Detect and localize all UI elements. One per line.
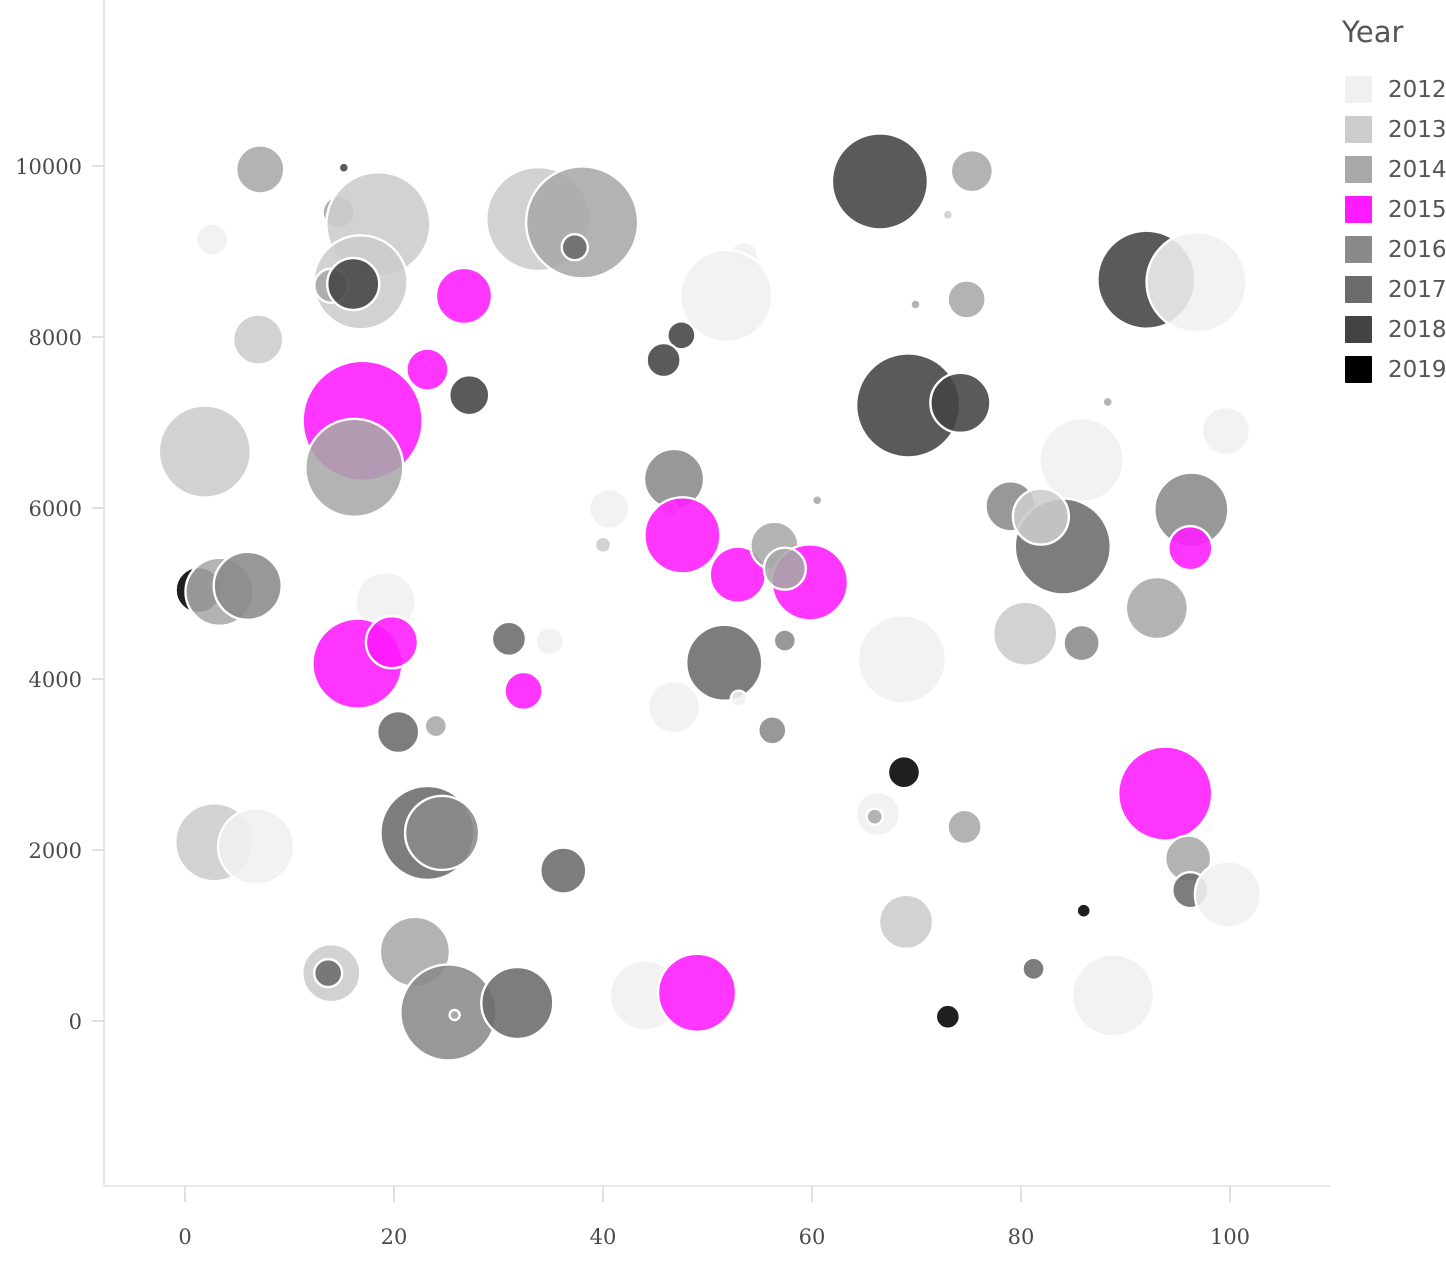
bubble-point[interactable] — [326, 256, 381, 312]
legend-swatch[interactable] — [1345, 236, 1372, 263]
bubble-point[interactable] — [1070, 953, 1156, 1038]
bubble-point[interactable] — [949, 148, 995, 194]
bubble-point[interactable] — [539, 846, 588, 895]
legend-item-label[interactable]: 2019 — [1388, 357, 1446, 383]
legend-swatch[interactable] — [1345, 316, 1372, 343]
x-tick-label: 20 — [381, 1225, 408, 1249]
bubble-point[interactable] — [157, 404, 253, 499]
bubble-point[interactable] — [194, 222, 230, 257]
legend-item-label[interactable]: 2016 — [1388, 237, 1446, 263]
bubble-chart: 0 2000 4000 6000 8000 10000 0 20 40 60 80 100 Year 2… — [0, 0, 1446, 1262]
x-tick-label: 60 — [799, 1225, 826, 1249]
legend-item-label[interactable]: 2018 — [1388, 317, 1446, 343]
bubble-point[interactable] — [593, 535, 613, 554]
bubble-point[interactable] — [1145, 231, 1248, 334]
legend-swatch[interactable] — [1345, 356, 1372, 383]
bubble-point[interactable] — [480, 965, 555, 1041]
bubble-point[interactable] — [304, 417, 405, 519]
bubble-point[interactable] — [1101, 395, 1114, 409]
bubble-point[interactable] — [588, 487, 631, 531]
y-tick-label: 10000 — [15, 155, 82, 179]
bubble-point[interactable] — [216, 807, 296, 886]
bubble-point[interactable] — [1062, 623, 1101, 663]
bubble-point[interactable] — [364, 615, 420, 670]
y-tick-label: 2000 — [29, 839, 82, 863]
legend-swatch[interactable] — [1345, 116, 1372, 143]
bubble-point[interactable] — [1011, 487, 1071, 546]
legend-title: Year — [1341, 15, 1403, 49]
legend-item-label[interactable]: 2013 — [1388, 117, 1446, 143]
bubble-point[interactable] — [877, 893, 935, 951]
bubble-point[interactable] — [337, 161, 351, 174]
y-tick-label: 4000 — [29, 668, 82, 692]
bubble-point[interactable] — [929, 371, 992, 435]
bubble-point[interactable] — [685, 623, 764, 702]
y-tick-label: 0 — [69, 1010, 82, 1034]
bubble-point[interactable] — [729, 689, 749, 708]
bubble-point[interactable] — [560, 233, 589, 262]
bubble-point[interactable] — [403, 794, 481, 872]
bubble-point[interactable] — [830, 132, 930, 231]
bubble-point[interactable] — [448, 373, 491, 417]
legend-item-label[interactable]: 2012 — [1388, 77, 1446, 103]
scatter-plot-area[interactable]: 0 2000 4000 6000 8000 10000 0 20 40 60 80 100 Year 2… — [0, 0, 1446, 1262]
bubble-point[interactable] — [1021, 956, 1046, 982]
bubble-point[interactable] — [1193, 860, 1263, 929]
legend-swatch[interactable] — [1345, 276, 1372, 303]
bubble-point[interactable] — [524, 165, 640, 280]
bubble-point[interactable] — [1167, 524, 1214, 572]
bubble-point[interactable] — [856, 614, 948, 705]
bubble-point[interactable] — [886, 754, 922, 790]
legend-swatch[interactable] — [1345, 196, 1372, 223]
legend-swatch[interactable] — [1345, 76, 1372, 103]
bubble-point[interactable] — [811, 494, 824, 507]
x-tick-label: 40 — [590, 1225, 617, 1249]
x-tick-label: 80 — [1008, 1225, 1035, 1249]
bubble-point[interactable] — [423, 713, 448, 739]
bubble-point[interactable] — [757, 715, 788, 746]
bubble-point[interactable] — [643, 496, 722, 575]
bubble-point[interactable] — [772, 628, 798, 653]
bubble-point[interactable] — [312, 957, 344, 989]
bubble-point[interactable] — [490, 620, 528, 658]
bubble-point[interactable] — [503, 670, 544, 712]
legend-item-label[interactable]: 2017 — [1388, 277, 1446, 303]
bubble-point[interactable] — [1075, 902, 1092, 919]
bubble-point[interactable] — [1200, 405, 1252, 457]
chart-legend[interactable]: Year 2012 2013 2014 2015 2016 2017 2018 2019 — [1341, 15, 1446, 383]
bubble-point[interactable] — [212, 550, 283, 621]
bubble-point[interactable] — [448, 1008, 461, 1022]
y-tick-label: 6000 — [29, 497, 82, 521]
bubble-point[interactable] — [946, 279, 987, 320]
bubble-point[interactable] — [934, 1003, 962, 1030]
bubble-point[interactable] — [534, 626, 565, 657]
bubble-point[interactable] — [434, 266, 494, 326]
bubble-point[interactable] — [375, 709, 421, 755]
bubble-point[interactable] — [1038, 416, 1125, 504]
legend-swatch[interactable] — [1345, 156, 1372, 183]
legend-item-label[interactable]: 2014 — [1388, 157, 1446, 183]
bubble-point[interactable] — [909, 298, 922, 311]
bubble-point[interactable] — [405, 347, 450, 392]
y-tick-label: 8000 — [29, 326, 82, 350]
bubble-point[interactable] — [762, 546, 808, 591]
bubble-point[interactable] — [235, 144, 286, 195]
bubble-point[interactable] — [1124, 575, 1190, 641]
bubbles-layer[interactable] — [157, 132, 1263, 1062]
bubble-point[interactable] — [946, 808, 983, 846]
legend-item-label[interactable]: 2015 — [1388, 197, 1446, 223]
bubble-point[interactable] — [941, 208, 955, 221]
bubble-point[interactable] — [646, 680, 702, 735]
bubble-point[interactable] — [991, 600, 1059, 667]
x-tick-label: 0 — [178, 1225, 191, 1249]
bubble-point[interactable] — [645, 341, 682, 379]
bubble-point[interactable] — [656, 952, 738, 1033]
bubble-point[interactable] — [1117, 745, 1214, 842]
x-tick-label: 100 — [1210, 1225, 1250, 1249]
bubble-point[interactable] — [865, 807, 884, 826]
bubble-point[interactable] — [231, 313, 285, 366]
